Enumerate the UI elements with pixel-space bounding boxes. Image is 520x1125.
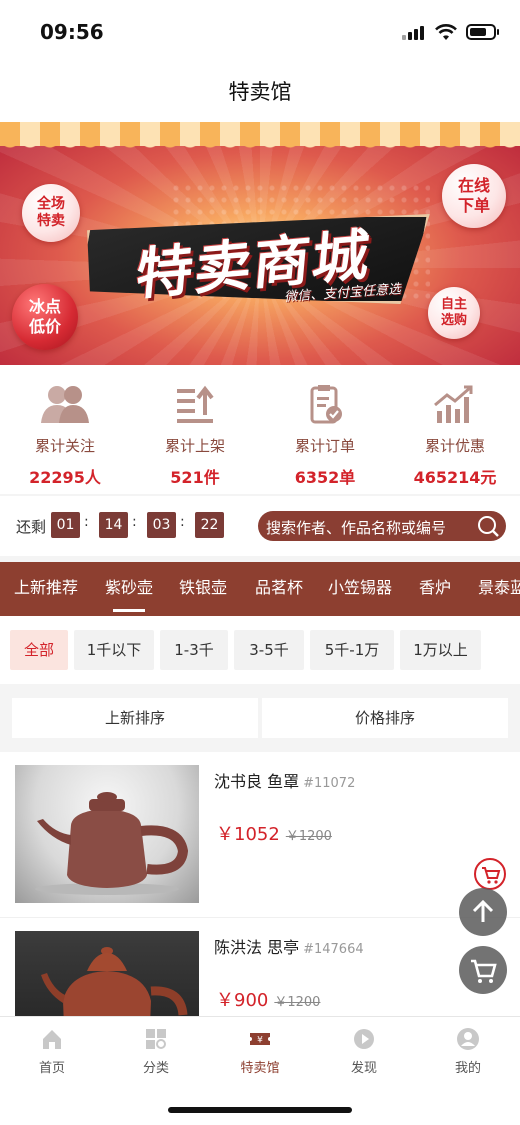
sort-new-button[interactable]: 上新排序 <box>12 698 258 738</box>
banner-badge: 全场 特卖 <box>22 184 80 242</box>
tab-profile[interactable]: 我的 <box>416 1027 520 1076</box>
product-price: ￥1052 ￥1200 <box>216 824 332 845</box>
countdown-minutes: 03 <box>147 512 176 538</box>
sort-price-button[interactable]: 价格排序 <box>262 698 508 738</box>
status-bar: 09:56 <box>0 0 520 62</box>
stat-value: 6352单 <box>294 468 356 487</box>
tab-discover[interactable]: 发现 <box>312 1027 416 1076</box>
stat-value: 22295人 <box>29 468 101 487</box>
scroll-top-button[interactable] <box>459 888 507 936</box>
price-filter-chip[interactable]: 3-5千 <box>234 630 304 670</box>
cart-icon <box>471 959 497 983</box>
tab-category[interactable]: 品茗杯 <box>255 562 303 616</box>
tab-sale[interactable]: ¥ 特卖馆 <box>208 1027 312 1076</box>
price-filter-row: 全部 1千以下 1-3千 3-5千 5千-1万 1万以上 <box>0 616 520 684</box>
banner-awning-edge <box>0 138 520 152</box>
arrow-up-icon <box>472 899 494 922</box>
nav-bar: 特卖馆 <box>0 62 520 122</box>
search-placeholder: 搜索作者、作品名称或编号 <box>266 519 447 537</box>
stat-label: 累计订单 <box>294 437 355 455</box>
product-code: #147664 <box>303 942 364 957</box>
product-code: #11072 <box>303 776 356 791</box>
countdown-label: 还剩 <box>16 518 47 536</box>
price-filter-chip[interactable]: 1千以下 <box>74 630 154 670</box>
teapot-image <box>35 792 189 895</box>
ticket-icon: ¥ <box>250 1033 270 1046</box>
search-input[interactable]: 搜索作者、作品名称或编号 <box>258 511 506 541</box>
product-list: 沈书良 鱼罩 #11072 ￥1052 ￥1200 陈洪法 思亭 #147664 ￥9… <box>0 752 520 1016</box>
tab-label: 我的 <box>454 1061 481 1076</box>
home-icon <box>43 1030 61 1049</box>
product-original-price: ￥1200 <box>274 995 321 1010</box>
countdown-seconds: 22 <box>195 512 224 538</box>
battery-icon <box>466 24 499 40</box>
shelf-upload-icon <box>177 385 214 423</box>
sort-bar: 上新排序 价格排序 <box>0 684 520 752</box>
home-indicator <box>168 1107 352 1113</box>
price-filter-chip[interactable]: 1-3千 <box>160 630 228 670</box>
price-filter-chip[interactable]: 1万以上 <box>400 630 481 670</box>
cellular-signal-icon <box>402 26 426 40</box>
tab-home[interactable]: 首页 <box>0 1027 104 1076</box>
countdown-days: 01 <box>51 512 80 538</box>
page-title: 特卖馆 <box>228 80 292 104</box>
banner-badge: 在线 下单 <box>442 164 506 228</box>
product-image[interactable] <box>15 765 199 903</box>
tab-category[interactable]: 景泰蓝 <box>478 562 520 616</box>
category-icon <box>146 1029 166 1049</box>
stat-label: 累计上架 <box>164 437 225 455</box>
product-image[interactable] <box>15 931 199 1016</box>
stat-orders: 累计订单 6352单 <box>260 365 390 494</box>
tab-category[interactable]: 香炉 <box>419 562 451 616</box>
countdown-hours: 14 <box>99 512 128 538</box>
product-price: ￥900 ￥1200 <box>216 990 321 1011</box>
banner-badge: 自主 选购 <box>428 287 480 339</box>
product-title: 沈书良 鱼罩 #11072 <box>214 772 356 791</box>
category-tabs: 上新推荐 紫砂壶 铁银壶 品茗杯 小笠锡器 香炉 景泰蓝 <box>0 562 520 616</box>
search-icon[interactable] <box>476 514 500 538</box>
product-original-price: ￥1200 <box>285 829 332 844</box>
teapot-image <box>41 947 188 1016</box>
wifi-icon <box>435 24 457 40</box>
price-filter-chip[interactable]: 5千-1万 <box>310 630 394 670</box>
stat-value: 465214元 <box>413 468 497 487</box>
tab-category[interactable]: 分类 <box>104 1027 208 1076</box>
cart-icon <box>482 867 501 884</box>
tab-label: 分类 <box>142 1061 169 1076</box>
countdown-separator: : <box>84 514 89 530</box>
stat-label: 累计关注 <box>34 437 95 455</box>
banner-badge: 冰点 低价 <box>12 284 78 350</box>
status-time: 09:56 <box>40 20 104 44</box>
product-title: 陈洪法 思亭 #147664 <box>214 938 364 957</box>
tab-label: 特卖馆 <box>240 1061 280 1076</box>
tab-category-active[interactable]: 紫砂壶 <box>105 562 153 616</box>
clipboard-check-icon <box>310 385 342 424</box>
tab-category[interactable]: 小笠锡器 <box>328 562 392 616</box>
stat-value: 521件 <box>170 468 220 487</box>
page: 09:56 特卖馆 特卖商城 微信、支付宝任意选 全场 特卖 冰点 低价 在线 … <box>0 0 520 1125</box>
tab-category[interactable]: 上新推荐 <box>14 562 78 616</box>
stat-listed: 累计上架 521件 <box>130 365 260 494</box>
promo-banner[interactable]: 特卖商城 微信、支付宝任意选 全场 特卖 冰点 低价 在线 下单 自主 选购 <box>0 122 520 365</box>
svg-text:¥: ¥ <box>257 1036 263 1046</box>
tab-category[interactable]: 铁银壶 <box>179 562 227 616</box>
countdown-separator: : <box>180 514 185 530</box>
tab-label: 首页 <box>38 1061 65 1076</box>
growth-chart-icon <box>434 385 473 423</box>
play-icon <box>354 1029 374 1049</box>
stats-row: 累计关注 22295人 累计上架 521件 累计订单 6352单 累计优惠 46… <box>0 365 520 494</box>
price-filter-chip-active[interactable]: 全部 <box>10 630 68 670</box>
floating-cart-button[interactable] <box>474 858 506 890</box>
product-card[interactable]: 陈洪法 思亭 #147664 ￥900 ￥1200 <box>0 918 520 1016</box>
people-icon <box>41 386 89 423</box>
stat-label: 累计优惠 <box>424 437 485 455</box>
stat-discount: 累计优惠 465214元 <box>390 365 520 494</box>
product-card[interactable]: 沈书良 鱼罩 #11072 ￥1052 ￥1200 <box>0 752 520 918</box>
cart-button[interactable] <box>459 946 507 994</box>
stat-followers: 累计关注 22295人 <box>0 365 130 494</box>
tab-label: 发现 <box>350 1061 377 1076</box>
countdown-separator: : <box>132 514 137 530</box>
user-icon <box>457 1028 479 1050</box>
